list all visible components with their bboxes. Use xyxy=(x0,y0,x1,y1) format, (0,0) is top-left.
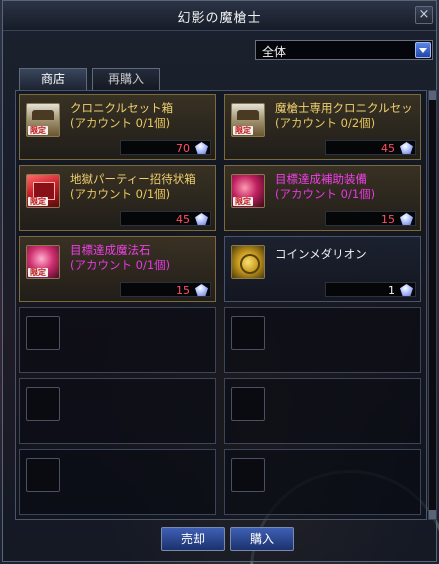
filter-value: 全体 xyxy=(262,45,287,59)
shop-item-goal-magic-stone[interactable]: 限定 目標達成魔法石 (アカウント 0/1個) 15 xyxy=(19,236,216,302)
gem-icon xyxy=(195,142,208,154)
gem-icon xyxy=(195,213,208,225)
shop-item-chronicle-set-box[interactable]: 限定 クロニクルセット箱 (アカウント 0/1個) 70 xyxy=(19,94,216,160)
scroll-up-arrow[interactable] xyxy=(429,91,436,100)
scroll-down-arrow[interactable] xyxy=(429,510,436,519)
chevron-down-icon[interactable] xyxy=(415,42,431,58)
limited-badge: 限定 xyxy=(28,268,48,277)
item-name: 魔槍士専用クロニクルセット箱 xyxy=(275,101,413,115)
empty-slot[interactable] xyxy=(224,378,421,444)
empty-slot-icon xyxy=(26,387,60,421)
gear-icon: 限定 xyxy=(231,174,265,208)
item-name: 目標達成補助装備 xyxy=(275,172,367,186)
limited-badge: 限定 xyxy=(28,126,48,135)
price-bar: 70 xyxy=(120,140,211,155)
item-grid: 限定 クロニクルセット箱 (アカウント 0/1個) 70 限定 魔槍士専用クロニ… xyxy=(15,90,427,520)
empty-slot[interactable] xyxy=(224,307,421,373)
window-title: 幻影の魔槍士 xyxy=(177,11,262,26)
gem-icon xyxy=(400,142,413,154)
price-bar: 45 xyxy=(120,211,211,226)
empty-slot[interactable] xyxy=(19,449,216,515)
item-limit: (アカウント 0/1個) xyxy=(70,258,171,272)
buy-button[interactable]: 購入 xyxy=(230,527,294,551)
chest-icon: 限定 xyxy=(26,103,60,137)
item-price: 15 xyxy=(381,213,395,226)
empty-slot-icon xyxy=(26,316,60,350)
shop-item-spear-chronicle-set-box[interactable]: 限定 魔槍士専用クロニクルセット箱 (アカウント 0/2個) 45 xyxy=(224,94,421,160)
empty-slot[interactable] xyxy=(19,307,216,373)
price-bar: 15 xyxy=(120,282,211,297)
tab-shop[interactable]: 商店 xyxy=(19,68,87,90)
item-limit: (アカウント 0/1個) xyxy=(70,116,171,130)
item-name: クロニクルセット箱 xyxy=(70,101,174,115)
gem-icon xyxy=(400,213,413,225)
item-price: 45 xyxy=(381,142,395,155)
gem-icon xyxy=(400,284,413,296)
title-bar[interactable]: 幻影の魔槍士 × xyxy=(3,1,436,31)
empty-slot[interactable] xyxy=(19,378,216,444)
shop-window: 幻影の魔槍士 × 全体 商店 再購入 限定 クロニクルセット箱 (アカウント 0… xyxy=(2,0,437,562)
item-price: 70 xyxy=(176,142,190,155)
close-button[interactable]: × xyxy=(415,6,433,24)
sell-button[interactable]: 売却 xyxy=(161,527,225,551)
item-name: 目標達成魔法石 xyxy=(70,243,151,257)
empty-slot-icon xyxy=(26,458,60,492)
price-bar: 45 xyxy=(325,140,416,155)
tab-rebuy[interactable]: 再購入 xyxy=(92,68,160,90)
empty-slot-icon xyxy=(231,316,265,350)
empty-slot-icon xyxy=(231,458,265,492)
scrollbar[interactable] xyxy=(428,90,437,520)
empty-slot-icon xyxy=(231,387,265,421)
shop-item-coin-medallion[interactable]: コインメダリオン 1 xyxy=(224,236,421,302)
item-price: 1 xyxy=(388,284,395,297)
item-name: 地獄パーティー招待状箱 xyxy=(70,172,196,186)
item-limit: (アカウント 0/2個) xyxy=(275,116,376,130)
shop-item-hell-party-invite-box[interactable]: 限定 地獄パーティー招待状箱 (アカウント 0/1個) 45 xyxy=(19,165,216,231)
filter-dropdown[interactable]: 全体 xyxy=(255,40,433,60)
empty-slot[interactable] xyxy=(224,449,421,515)
close-icon: × xyxy=(418,7,430,22)
item-price: 15 xyxy=(176,284,190,297)
item-price: 45 xyxy=(176,213,190,226)
coin-icon xyxy=(231,245,265,279)
shop-item-goal-support-equipment[interactable]: 限定 目標達成補助装備 (アカウント 0/1個) 15 xyxy=(224,165,421,231)
chest-icon: 限定 xyxy=(231,103,265,137)
limited-badge: 限定 xyxy=(28,197,48,206)
limited-badge: 限定 xyxy=(233,197,253,206)
red-box-icon: 限定 xyxy=(26,174,60,208)
price-bar: 15 xyxy=(325,211,416,226)
item-limit: (アカウント 0/1個) xyxy=(70,187,171,201)
item-name: コインメダリオン xyxy=(275,247,367,261)
magic-stone-icon: 限定 xyxy=(26,245,60,279)
limited-badge: 限定 xyxy=(233,126,253,135)
price-bar: 1 xyxy=(325,282,416,297)
gem-icon xyxy=(195,284,208,296)
item-limit: (アカウント 0/1個) xyxy=(275,187,376,201)
